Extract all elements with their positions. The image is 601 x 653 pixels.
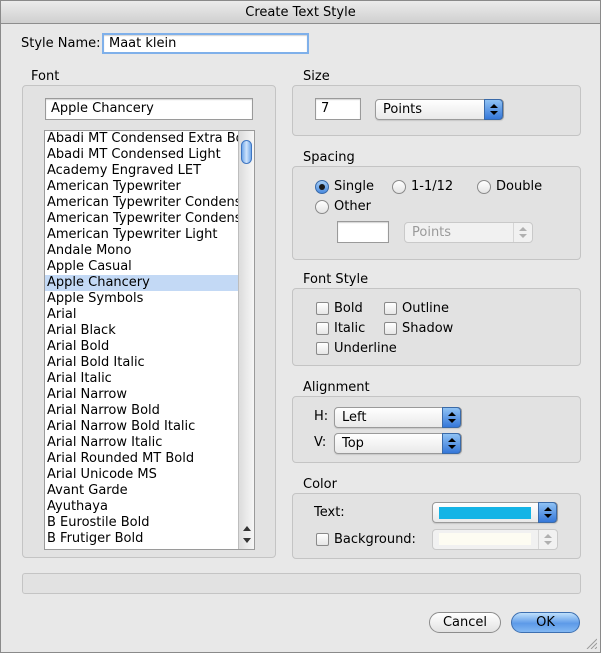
italic-label: Italic (334, 321, 366, 336)
spacing-other-label: Other (334, 199, 371, 214)
underline-checkbox[interactable] (316, 342, 329, 355)
spacing-single-label: Single (334, 179, 374, 194)
font-list-item[interactable]: Apple Symbols (45, 291, 238, 307)
font-list-item[interactable]: B Frutiger Bold (45, 531, 238, 547)
background-color-swatch (439, 533, 531, 545)
horizontal-label: H: (314, 409, 329, 424)
popup-arrows-icon (484, 99, 503, 120)
vertical-label: V: (314, 435, 327, 450)
font-list-item[interactable]: Avant Garde (45, 483, 238, 499)
horizontal-alignment-value: Left (342, 410, 367, 425)
resize-grip-icon[interactable] (585, 637, 597, 649)
font-list-item[interactable]: Ayuthaya (45, 499, 238, 515)
font-heading: Font (31, 69, 60, 84)
font-list-item[interactable]: Arial Narrow Italic (45, 435, 238, 451)
color-heading: Color (303, 477, 337, 492)
spacing-other-input[interactable] (337, 221, 389, 243)
font-list-item[interactable]: Arial (45, 307, 238, 323)
style-name-input[interactable]: Maat klein (102, 33, 309, 54)
font-list-item[interactable]: Arial Italic (45, 371, 238, 387)
font-list-scrollbar[interactable] (238, 131, 254, 549)
style-name-label: Style Name: (21, 36, 101, 51)
spacing-1-1-12-radio[interactable] (392, 180, 406, 194)
bold-checkbox[interactable] (316, 302, 329, 315)
spacing-single-radio[interactable] (315, 180, 329, 194)
font-list-item[interactable]: Abadi MT Condensed Extra Bold (45, 131, 238, 147)
font-list-item[interactable]: Arial Narrow Bold Italic (45, 419, 238, 435)
font-list-items: Abadi MT Condensed Extra Bold Abadi MT Co… (45, 131, 238, 547)
vertical-alignment-popup[interactable]: Top (334, 433, 462, 454)
font-list-item[interactable]: American Typewriter Light (45, 227, 238, 243)
popup-arrows-icon (442, 433, 461, 454)
font-list-item[interactable]: Apple Casual (45, 259, 238, 275)
spacing-double-radio[interactable] (477, 180, 491, 194)
font-list-item[interactable]: Arial Bold Italic (45, 355, 238, 371)
font-list-item[interactable]: Arial Black (45, 323, 238, 339)
spacing-heading: Spacing (303, 150, 355, 165)
font-style-heading: Font Style (303, 272, 369, 287)
scrollbar-thumb[interactable] (241, 140, 252, 164)
text-color-label: Text: (314, 505, 345, 520)
outline-label: Outline (402, 301, 450, 316)
text-color-swatch (439, 507, 531, 519)
font-list-item[interactable]: Arial Unicode MS (45, 467, 238, 483)
size-heading: Size (303, 69, 330, 84)
font-list-item[interactable]: Arial Rounded MT Bold (45, 451, 238, 467)
outline-checkbox[interactable] (384, 302, 397, 315)
popup-arrows-icon (538, 530, 557, 549)
popup-arrows-icon (513, 223, 532, 242)
popup-arrows-icon (442, 407, 461, 428)
popup-arrows-icon (538, 502, 557, 523)
font-list-item[interactable]: Abadi MT Condensed Light (45, 147, 238, 163)
font-list-item[interactable]: Academy Engraved LET (45, 163, 238, 179)
size-input[interactable]: 7 (315, 98, 361, 120)
font-list-item[interactable]: Arial Bold (45, 339, 238, 355)
size-unit-popup[interactable]: Points (375, 99, 504, 120)
font-list-item[interactable]: Arial Narrow Bold (45, 403, 238, 419)
horizontal-alignment-popup[interactable]: Left (334, 407, 462, 428)
create-text-style-dialog: Create Text Style Style Name: Maat klein… (0, 0, 601, 653)
font-list-item[interactable]: Apple Chancery (45, 275, 238, 291)
alignment-heading: Alignment (303, 380, 370, 395)
size-unit-value: Points (383, 102, 423, 117)
background-color-label: Background: (334, 532, 416, 547)
window-title: Create Text Style (1, 1, 600, 24)
spacing-1-1-12-label: 1-1/12 (411, 179, 454, 194)
preview-area (22, 573, 581, 594)
background-checkbox[interactable] (316, 533, 329, 546)
font-list-item[interactable]: American Typewriter Condensed Light (45, 211, 238, 227)
vertical-alignment-value: Top (342, 436, 364, 451)
font-list-item[interactable]: Andale Mono (45, 243, 238, 259)
spacing-double-label: Double (496, 179, 543, 194)
spacing-unit-value: Points (412, 225, 452, 240)
spacing-other-radio[interactable] (315, 200, 329, 214)
scroll-up-arrow-icon[interactable] (239, 523, 254, 535)
bold-label: Bold (334, 301, 363, 316)
shadow-checkbox[interactable] (384, 322, 397, 335)
shadow-label: Shadow (402, 321, 454, 336)
cancel-button[interactable]: Cancel (429, 612, 501, 633)
font-list[interactable]: Abadi MT Condensed Extra Bold Abadi MT Co… (44, 130, 255, 550)
font-list-item[interactable]: B Eurostile Bold (45, 515, 238, 531)
spacing-unit-popup[interactable]: Points (404, 222, 533, 243)
scroll-down-arrow-icon[interactable] (239, 535, 254, 547)
ok-button[interactable]: OK (511, 612, 580, 633)
italic-checkbox[interactable] (316, 322, 329, 335)
font-name-input[interactable]: Apple Chancery (45, 98, 253, 120)
font-list-item[interactable]: American Typewriter Condensed (45, 195, 238, 211)
font-list-item[interactable]: Arial Narrow (45, 387, 238, 403)
underline-label: Underline (334, 341, 397, 356)
font-list-item[interactable]: American Typewriter (45, 179, 238, 195)
